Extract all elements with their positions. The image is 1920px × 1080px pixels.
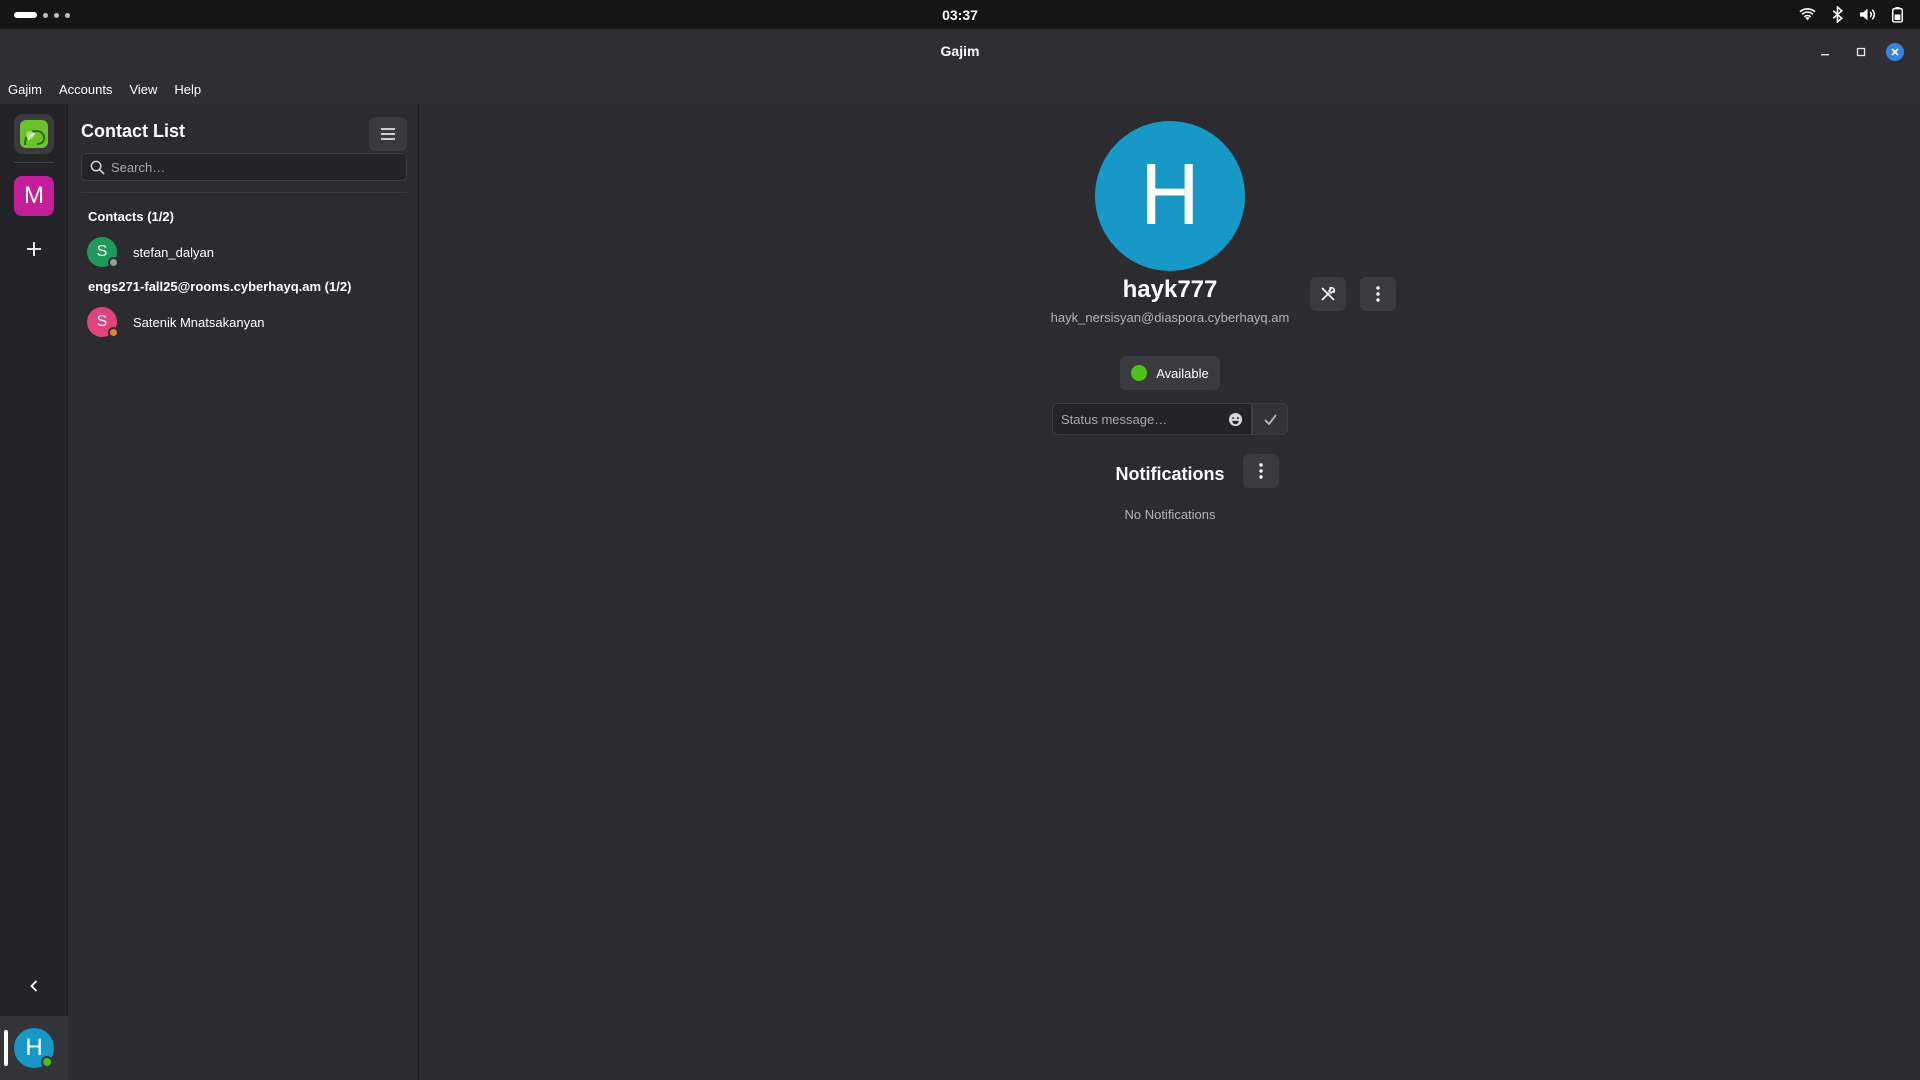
contact-list-heading: Contact List xyxy=(81,121,186,141)
active-indicator xyxy=(4,1030,8,1066)
contact-list-menu-button[interactable] xyxy=(369,117,407,151)
empty-notifications-text: No Notifications xyxy=(1124,507,1216,522)
contact-item[interactable]: S stefan_dalyan xyxy=(81,235,407,269)
close-button[interactable] xyxy=(1886,43,1904,61)
profile-avatar[interactable]: H xyxy=(1095,121,1245,271)
status-message-field[interactable] xyxy=(1052,403,1252,435)
gajim-logo-icon xyxy=(20,120,48,148)
gajim-logo-button[interactable] xyxy=(14,114,54,154)
account-more-button[interactable] xyxy=(1360,277,1396,311)
search-input[interactable] xyxy=(111,159,391,175)
menu-help[interactable]: Help xyxy=(174,82,201,97)
contact-avatar: S xyxy=(87,307,119,338)
menu-accounts[interactable]: Accounts xyxy=(59,82,112,97)
contact-avatar: S xyxy=(87,237,119,268)
menu-view[interactable]: View xyxy=(129,82,157,97)
emoji-icon[interactable] xyxy=(1228,412,1243,427)
checkmark-icon xyxy=(1263,413,1277,425)
profile-jid: hayk_nersisyan@diaspora.cyberhayq.am xyxy=(1050,310,1290,325)
presence-label: Available xyxy=(1156,365,1209,381)
hamburger-icon xyxy=(381,128,395,140)
collapse-sidebar-button[interactable] xyxy=(22,974,46,998)
list-divider xyxy=(81,192,407,193)
more-vertical-icon xyxy=(1259,463,1263,479)
contact-search[interactable] xyxy=(81,153,407,181)
search-icon xyxy=(90,160,105,175)
chevron-left-icon xyxy=(30,980,38,992)
volume-icon[interactable] xyxy=(1859,6,1876,23)
contact-name: stefan_dalyan xyxy=(133,244,214,260)
clock[interactable]: 03:37 xyxy=(0,7,1920,23)
apply-status-button[interactable] xyxy=(1252,403,1288,435)
own-status-dot xyxy=(41,1056,53,1068)
minimize-icon xyxy=(1821,54,1829,56)
bluetooth-icon[interactable] xyxy=(1829,6,1846,23)
system-tray[interactable] xyxy=(1799,6,1906,23)
contact-initial: S xyxy=(96,313,108,330)
status-dot xyxy=(108,257,119,268)
window-controls xyxy=(1814,41,1904,63)
add-account-button[interactable] xyxy=(14,229,54,269)
contact-initial: S xyxy=(96,243,108,260)
close-icon xyxy=(1891,48,1899,56)
wifi-icon[interactable] xyxy=(1799,6,1816,23)
status-dot xyxy=(108,327,119,338)
contact-name: Satenik Mnatsakanyan xyxy=(133,314,265,330)
rail-divider xyxy=(14,162,54,163)
contact-item[interactable]: S Satenik Mnatsakanyan xyxy=(81,305,407,339)
status-message-input[interactable] xyxy=(1061,411,1211,427)
own-account-item[interactable]: H xyxy=(0,1016,68,1080)
window-titlebar[interactable]: Gajim xyxy=(0,29,1920,75)
notifications-heading: Notifications xyxy=(1115,464,1225,484)
more-vertical-icon xyxy=(1376,286,1380,302)
menubar: Gajim Accounts View Help xyxy=(0,75,1920,104)
maximize-icon xyxy=(1856,47,1866,57)
window-title: Gajim xyxy=(940,43,980,59)
group-label-contacts[interactable]: Contacts (1/2) xyxy=(88,209,174,224)
plus-icon xyxy=(27,242,41,256)
minimize-button[interactable] xyxy=(1814,41,1836,63)
group-label-room[interactable]: engs271-fall25@rooms.cyberhayq.am (1/2) xyxy=(88,279,351,294)
maximize-button[interactable] xyxy=(1850,41,1872,63)
menu-gajim[interactable]: Gajim xyxy=(8,82,42,97)
system-top-bar: 03:37 xyxy=(0,0,1920,29)
account-sidebar: M H xyxy=(0,104,68,1080)
notifications-more-button[interactable] xyxy=(1243,454,1279,488)
account-settings-button[interactable] xyxy=(1310,277,1346,311)
contact-list-panel: Contact List Contacts (1/2) S stefan_dal… xyxy=(69,104,419,1080)
battery-icon[interactable] xyxy=(1889,6,1906,23)
available-status-icon xyxy=(1131,365,1148,381)
tools-icon xyxy=(1321,286,1336,301)
presence-selector-button[interactable]: Available xyxy=(1120,356,1220,390)
account-m-button[interactable]: M xyxy=(14,176,54,216)
account-profile-page: H hayk777 hayk_nersisyan@diaspora.cyberh… xyxy=(420,104,1920,1080)
